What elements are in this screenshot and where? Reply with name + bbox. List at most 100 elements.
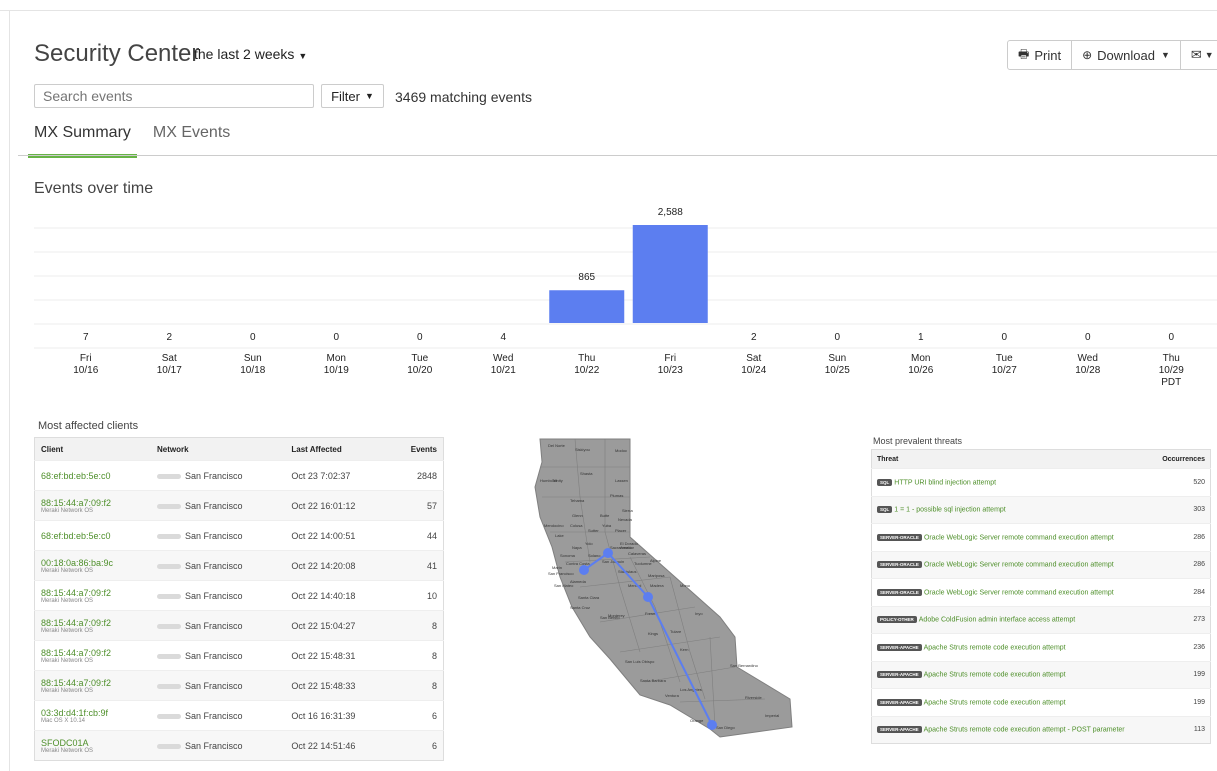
network-name: San Francisco: [185, 470, 243, 481]
table-row[interactable]: 88:15:44:a7:09:f2 Meraki Network OS San Fr…: [34, 640, 444, 671]
email-button[interactable]: ✉ ▼: [1181, 41, 1217, 69]
fresno-marker[interactable]: [643, 592, 653, 602]
threat-link[interactable]: Adobe ColdFusion admin interface access …: [919, 616, 1075, 623]
download-button[interactable]: ⊕ Download ▼: [1072, 41, 1181, 69]
network-name: San Francisco: [185, 680, 243, 691]
occurrence-count: 303: [1152, 495, 1211, 524]
x-tick-label: 10/23: [658, 365, 683, 376]
table-row[interactable]: 88:15:44:a7:09:f2 Meraki Network OS San Fr…: [34, 670, 444, 701]
table-row[interactable]: 88:15:44:a7:09:f2 Meraki Network OS San Fr…: [34, 610, 444, 641]
event-count: 41: [390, 550, 444, 581]
print-button[interactable]: 🖶 Print: [1008, 41, 1073, 69]
threat-link[interactable]: Oracle WebLogic Server remote command ex…: [924, 589, 1114, 596]
county-label: Lassen: [615, 478, 628, 483]
threat-link[interactable]: Apache Struts remote code execution atte…: [924, 671, 1066, 678]
table-row[interactable]: 88:15:44:a7:09:f2 Meraki Network OS San Fr…: [34, 580, 444, 611]
county-label: Inyo: [695, 611, 703, 616]
tab-mx-events[interactable]: MX Events: [147, 120, 236, 158]
column-header[interactable]: Threat: [871, 449, 1153, 469]
column-header[interactable]: Events: [390, 437, 444, 461]
column-header[interactable]: Network: [151, 437, 286, 461]
occurrence-count: 286: [1152, 550, 1211, 579]
threat-link[interactable]: 1 = 1 - possible sql injection attempt: [894, 506, 1005, 513]
county-label: Santa Cruz: [570, 605, 590, 610]
filter-label: Filter: [331, 88, 360, 104]
time-range-dropdown[interactable]: the last 2 weeks ▼: [194, 46, 307, 62]
table-row[interactable]: SERVER-ORACLE Oracle WebLogic Server remo…: [871, 578, 1211, 606]
client-link[interactable]: 00:18:0a:86:ba:9c: [41, 558, 113, 568]
threat-category-badge: POLICY-OTHER: [877, 616, 917, 624]
chevron-down-icon: ▼: [298, 51, 308, 61]
county-label: San Diego: [716, 725, 735, 730]
table-row[interactable]: SERVER-APACHE Apache Struts remote code e…: [871, 633, 1211, 661]
column-header[interactable]: Client: [34, 437, 151, 461]
county-label: Alpine: [650, 558, 662, 563]
county-label: Tuolumne: [634, 561, 652, 566]
san-francisco-marker[interactable]: [579, 565, 589, 575]
x-tick-label: 10/27: [992, 365, 1017, 376]
client-os: Meraki Network OS: [41, 627, 94, 634]
data-label: 2: [751, 332, 757, 343]
table-row[interactable]: 00:18:0a:86:ba:9c Meraki Network OS San Fr…: [34, 550, 444, 581]
table-row[interactable]: SERVER-APACHE Apache Struts remote code e…: [871, 660, 1211, 689]
x-tick-label: Thu: [578, 353, 595, 364]
threat-link[interactable]: Oracle WebLogic Server remote command ex…: [924, 561, 1114, 568]
download-label: Download: [1097, 47, 1155, 63]
table-row[interactable]: SFODC01A Meraki Network OS San Francisco Oc…: [34, 730, 444, 761]
table-row[interactable]: SERVER-APACHE Apache Struts remote code e…: [871, 715, 1211, 744]
client-link[interactable]: 03:3d:d4:1f:cb:9f: [41, 708, 108, 718]
threat-link[interactable]: Apache Struts remote code execution atte…: [924, 644, 1066, 651]
x-tick-label: 10/22: [574, 365, 599, 376]
bar[interactable]: [549, 290, 625, 323]
network-name: San Francisco: [185, 560, 243, 571]
column-header[interactable]: Occurrences: [1152, 449, 1211, 469]
table-row[interactable]: SQL HTTP URI blind injection attempt 520: [871, 468, 1211, 496]
threat-link[interactable]: Oracle WebLogic Server remote command ex…: [924, 534, 1114, 541]
client-link[interactable]: 68:ef:bd:eb:5e:c0: [41, 471, 111, 481]
county-label: Shasta: [580, 471, 593, 476]
column-header[interactable]: Last Affected: [285, 437, 391, 461]
client-link[interactable]: SFODC01A: [41, 738, 89, 748]
sacramento-marker[interactable]: [603, 548, 613, 558]
san-diego-marker[interactable]: [707, 720, 717, 730]
table-row[interactable]: SERVER-APACHE Apache Struts remote code e…: [871, 688, 1211, 716]
county-label: Placer: [615, 528, 627, 533]
table-row[interactable]: SERVER-ORACLE Oracle WebLogic Server remo…: [871, 550, 1211, 579]
table-row[interactable]: 68:ef:bd:eb:5e:c0 San Francisco Oct 22 14:…: [34, 520, 444, 551]
table-row[interactable]: 03:3d:d4:1f:cb:9f Mac OS X 10.14 San Franc…: [34, 700, 444, 731]
client-link[interactable]: 88:15:44:a7:09:f2: [41, 498, 111, 508]
redacted-text: [157, 743, 181, 749]
client-os: Meraki Network OS: [41, 567, 94, 574]
chevron-down-icon: ▼: [1160, 50, 1170, 60]
filter-button[interactable]: Filter ▼: [321, 84, 384, 108]
bar[interactable]: [632, 225, 708, 323]
x-tick-label: 10/19: [324, 365, 349, 376]
county-label: Santa Clara: [578, 595, 600, 600]
threat-link[interactable]: Apache Struts remote code execution atte…: [924, 699, 1066, 706]
client-link[interactable]: 88:15:44:a7:09:f2: [41, 618, 111, 628]
table-row[interactable]: POLICY-OTHER Adobe ColdFusion admin inter…: [871, 605, 1211, 634]
data-label: 1: [918, 332, 924, 343]
county-label: Santa Barbara: [640, 678, 667, 683]
table-row[interactable]: SERVER-ORACLE Oracle WebLogic Server remo…: [871, 523, 1211, 551]
tab-mx-summary[interactable]: MX Summary: [28, 120, 137, 158]
table-row[interactable]: 68:ef:bd:eb:5e:c0 San Francisco Oct 23 7:0…: [34, 460, 444, 491]
x-tick-label: Sun: [828, 353, 846, 364]
county-label: Tulare: [670, 629, 682, 634]
network-name: San Francisco: [185, 710, 243, 721]
data-label: 0: [834, 332, 840, 343]
client-link[interactable]: 88:15:44:a7:09:f2: [41, 588, 111, 598]
threat-link[interactable]: Apache Struts remote code execution atte…: [924, 726, 1125, 733]
client-link[interactable]: 88:15:44:a7:09:f2: [41, 648, 111, 658]
table-row[interactable]: SQL 1 = 1 - possible sql injection attemp…: [871, 495, 1211, 524]
client-link[interactable]: 68:ef:bd:eb:5e:c0: [41, 531, 111, 541]
x-tick-label: Sun: [244, 353, 262, 364]
x-tick-label: Sat: [162, 353, 177, 364]
california-map[interactable]: San FranciscoSan DiegoLos AngelesFresnoS…: [530, 437, 800, 757]
client-link[interactable]: 88:15:44:a7:09:f2: [41, 678, 111, 688]
county-label: Tehama: [570, 498, 585, 503]
search-input[interactable]: [34, 84, 314, 108]
table-row[interactable]: 88:15:44:a7:09:f2 Meraki Network OS San Fr…: [34, 490, 444, 521]
network-name: San Francisco: [185, 530, 243, 541]
threat-link[interactable]: HTTP URI blind injection attempt: [894, 479, 996, 486]
